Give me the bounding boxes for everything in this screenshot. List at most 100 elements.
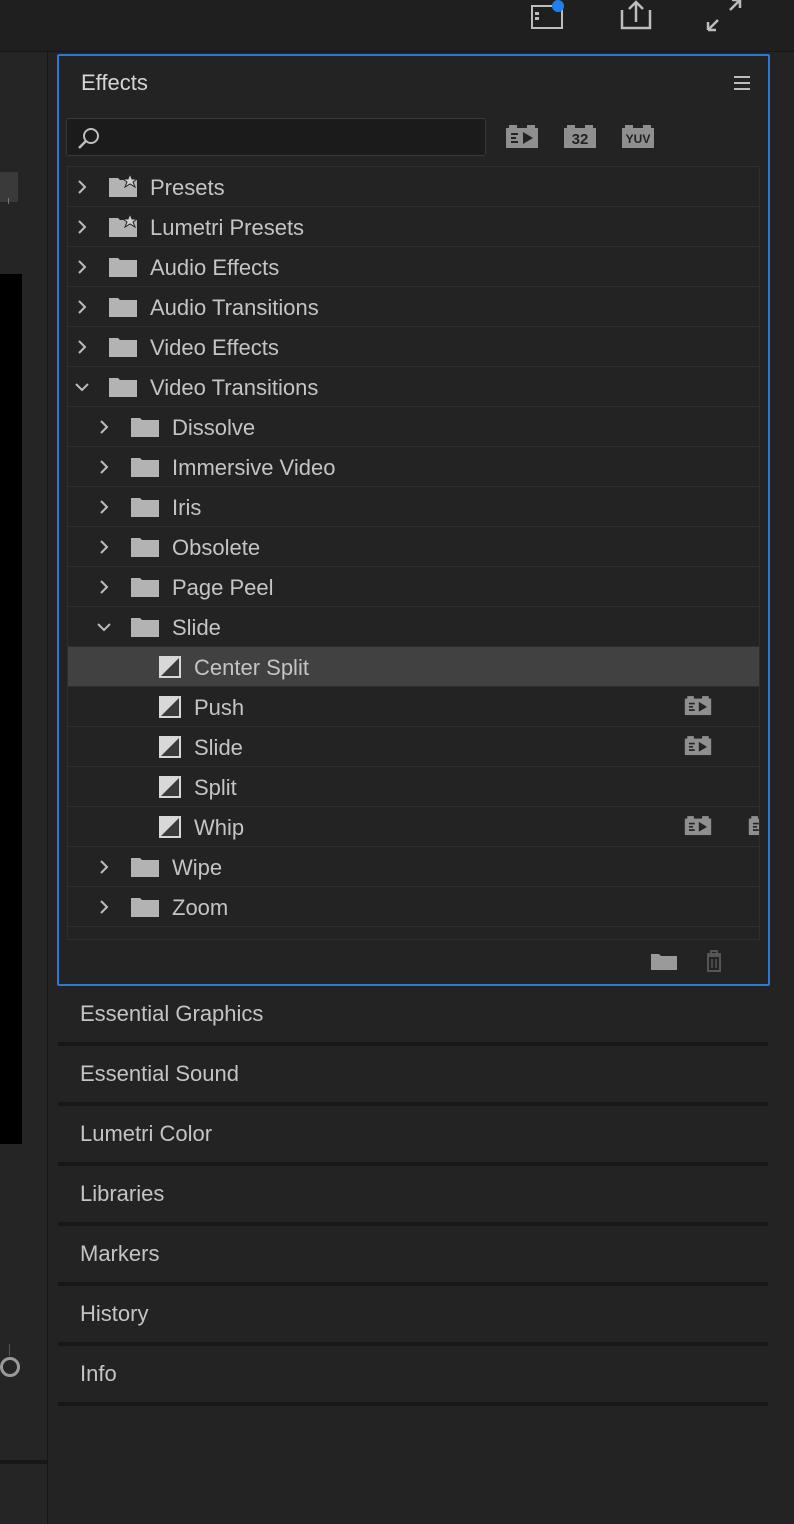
delete-icon bbox=[699, 948, 729, 974]
tree-item-iris[interactable]: Iris bbox=[68, 487, 759, 527]
tree-item-label: Center Split bbox=[194, 655, 309, 680]
chevron-right-icon[interactable] bbox=[96, 459, 112, 475]
search-field[interactable] bbox=[66, 118, 486, 156]
tree-item-lumetri-presets[interactable]: Lumetri Presets bbox=[68, 207, 759, 247]
panel-tab-label: Libraries bbox=[80, 1181, 165, 1206]
folder-icon bbox=[108, 374, 138, 398]
fullscreen-icon[interactable] bbox=[704, 0, 744, 36]
chevron-right-icon[interactable] bbox=[74, 339, 90, 355]
new-bin-icon[interactable] bbox=[649, 948, 679, 974]
tree-item-label: Slide bbox=[172, 615, 221, 640]
notifications-icon[interactable] bbox=[528, 0, 568, 36]
chevron-right-icon[interactable] bbox=[74, 299, 90, 315]
panel-title: Effects bbox=[81, 70, 148, 95]
effects-tree: Presets Lumetri Presets Audio Effects Audio… bbox=[67, 166, 760, 940]
tree-item-whip[interactable]: Whip bbox=[68, 807, 759, 847]
accelerated-effect-icon bbox=[684, 815, 712, 837]
accelerated-effect-icon bbox=[684, 735, 712, 757]
panel-menu-icon[interactable] bbox=[734, 76, 750, 90]
chevron-down-icon[interactable] bbox=[74, 379, 90, 395]
panel-tab-essential-sound[interactable]: Essential Sound bbox=[58, 1046, 768, 1106]
scrubber-handle[interactable] bbox=[0, 172, 18, 202]
tree-item-push[interactable]: Push bbox=[68, 687, 759, 727]
tree-item-video-transitions[interactable]: Video Transitions bbox=[68, 367, 759, 407]
tree-item-page-peel[interactable]: Page Peel bbox=[68, 567, 759, 607]
transition-icon bbox=[158, 735, 182, 759]
chevron-right-icon[interactable] bbox=[96, 579, 112, 595]
tree-item-slide[interactable]: Slide bbox=[68, 607, 759, 647]
divider bbox=[0, 1460, 48, 1464]
scrubber-tick bbox=[8, 198, 9, 204]
tree-item-label: Push bbox=[194, 695, 245, 720]
tree-item-immersive-video[interactable]: Immersive Video bbox=[68, 447, 759, 487]
effects-panel: Effects 32 YUV Presets Lumetri Presets A… bbox=[57, 54, 770, 986]
tree-item-video-effects[interactable]: Video Effects bbox=[68, 327, 759, 367]
folder-icon bbox=[130, 534, 160, 558]
chevron-right-icon[interactable] bbox=[74, 219, 90, 235]
panel-tab-lumetri-color[interactable]: Lumetri Color bbox=[58, 1106, 768, 1166]
program-monitor-edge bbox=[0, 52, 48, 1524]
32-bit-filter-button[interactable]: 32 bbox=[563, 124, 597, 150]
preset-folder-icon bbox=[108, 212, 139, 238]
folder-icon bbox=[130, 494, 160, 518]
folder-icon bbox=[130, 454, 160, 478]
tree-item-obsolete[interactable]: Obsolete bbox=[68, 527, 759, 567]
folder-icon bbox=[130, 414, 160, 438]
app-window: Effects 32 YUV Presets Lumetri Presets A… bbox=[0, 0, 794, 1524]
tree-item-center-split[interactable]: Center Split bbox=[68, 647, 759, 687]
search-input[interactable] bbox=[107, 119, 477, 155]
share-icon[interactable] bbox=[616, 0, 656, 36]
tree-item-wipe[interactable]: Wipe bbox=[68, 847, 759, 887]
tree-item-presets[interactable]: Presets bbox=[68, 167, 759, 207]
folder-icon bbox=[130, 894, 160, 918]
panel-tab-label: Essential Graphics bbox=[80, 1001, 264, 1026]
folder-icon bbox=[108, 294, 138, 318]
tree-item-zoom[interactable]: Zoom bbox=[68, 887, 759, 927]
folder-icon bbox=[130, 854, 160, 878]
folder-icon bbox=[108, 254, 138, 278]
panel-tab-info[interactable]: Info bbox=[58, 1346, 768, 1406]
chevron-right-icon[interactable] bbox=[96, 499, 112, 515]
video-preview bbox=[0, 274, 22, 1144]
chevron-right-icon[interactable] bbox=[96, 419, 112, 435]
panel-tab-label: Essential Sound bbox=[80, 1061, 239, 1086]
tree-item-label: Zoom bbox=[172, 895, 229, 920]
panel-tab-essential-graphics[interactable]: Essential Graphics bbox=[58, 986, 768, 1046]
tree-item-label: Slide bbox=[194, 735, 243, 760]
tree-item-label: Video Effects bbox=[150, 335, 279, 360]
chevron-right-icon[interactable] bbox=[74, 179, 90, 195]
folder-icon bbox=[130, 614, 160, 638]
collapsed-panels: Essential Graphics Essential Sound Lumetri… bbox=[58, 986, 768, 1406]
tree-item-label: Audio Effects bbox=[150, 255, 280, 280]
accelerated-effects-filter-button[interactable] bbox=[505, 124, 539, 150]
tree-item-label: Page Peel bbox=[172, 575, 274, 600]
tree-item-slide[interactable]: Slide bbox=[68, 727, 759, 767]
accelerated-effect-icon bbox=[684, 695, 712, 717]
tree-item-dissolve[interactable]: Dissolve bbox=[68, 407, 759, 447]
jog-knob[interactable] bbox=[0, 1357, 20, 1377]
panel-tab-history[interactable]: History bbox=[58, 1286, 768, 1346]
tree-item-label: Dissolve bbox=[172, 415, 256, 440]
knob-line bbox=[9, 1344, 10, 1356]
yuv-filter-button[interactable]: YUV bbox=[621, 124, 655, 150]
svg-text:YUV: YUV bbox=[626, 132, 651, 146]
tree-item-label: Obsolete bbox=[172, 535, 261, 560]
tree-item-split[interactable]: Split bbox=[68, 767, 759, 807]
chevron-right-icon[interactable] bbox=[96, 899, 112, 915]
panel-tab-markers[interactable]: Markers bbox=[58, 1226, 768, 1286]
tree-item-label: Whip bbox=[194, 815, 245, 840]
svg-text:32: 32 bbox=[572, 131, 589, 148]
chevron-right-icon[interactable] bbox=[74, 259, 90, 275]
panel-tab-libraries[interactable]: Libraries bbox=[58, 1166, 768, 1226]
tree-item-label: Lumetri Presets bbox=[150, 215, 305, 240]
tree-item-audio-transitions[interactable]: Audio Transitions bbox=[68, 287, 759, 327]
search-icon bbox=[77, 126, 101, 150]
chevron-down-icon[interactable] bbox=[96, 619, 112, 635]
chevron-right-icon[interactable] bbox=[96, 859, 112, 875]
top-toolbar bbox=[0, 0, 794, 52]
transition-icon bbox=[158, 775, 182, 799]
transition-icon bbox=[158, 815, 182, 839]
chevron-right-icon[interactable] bbox=[96, 539, 112, 555]
tree-item-audio-effects[interactable]: Audio Effects bbox=[68, 247, 759, 287]
tree-item-label: Wipe bbox=[172, 855, 223, 880]
